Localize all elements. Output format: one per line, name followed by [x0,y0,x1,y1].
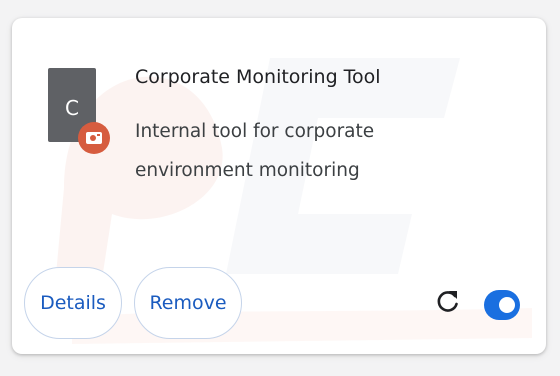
extension-icon-letter: C [65,96,79,120]
managed-policy-icon [78,122,110,154]
toggle-knob [499,297,515,313]
extension-name: Corporate Monitoring Tool [135,66,381,88]
remove-button[interactable]: Remove [134,267,242,339]
enable-toggle[interactable] [484,290,520,320]
extension-card: C Corporate Monitoring Tool Internal too… [12,18,546,354]
extension-description: Internal tool for corporate environment … [135,121,375,181]
details-button[interactable]: Details [24,267,122,339]
reload-icon[interactable] [436,288,460,316]
